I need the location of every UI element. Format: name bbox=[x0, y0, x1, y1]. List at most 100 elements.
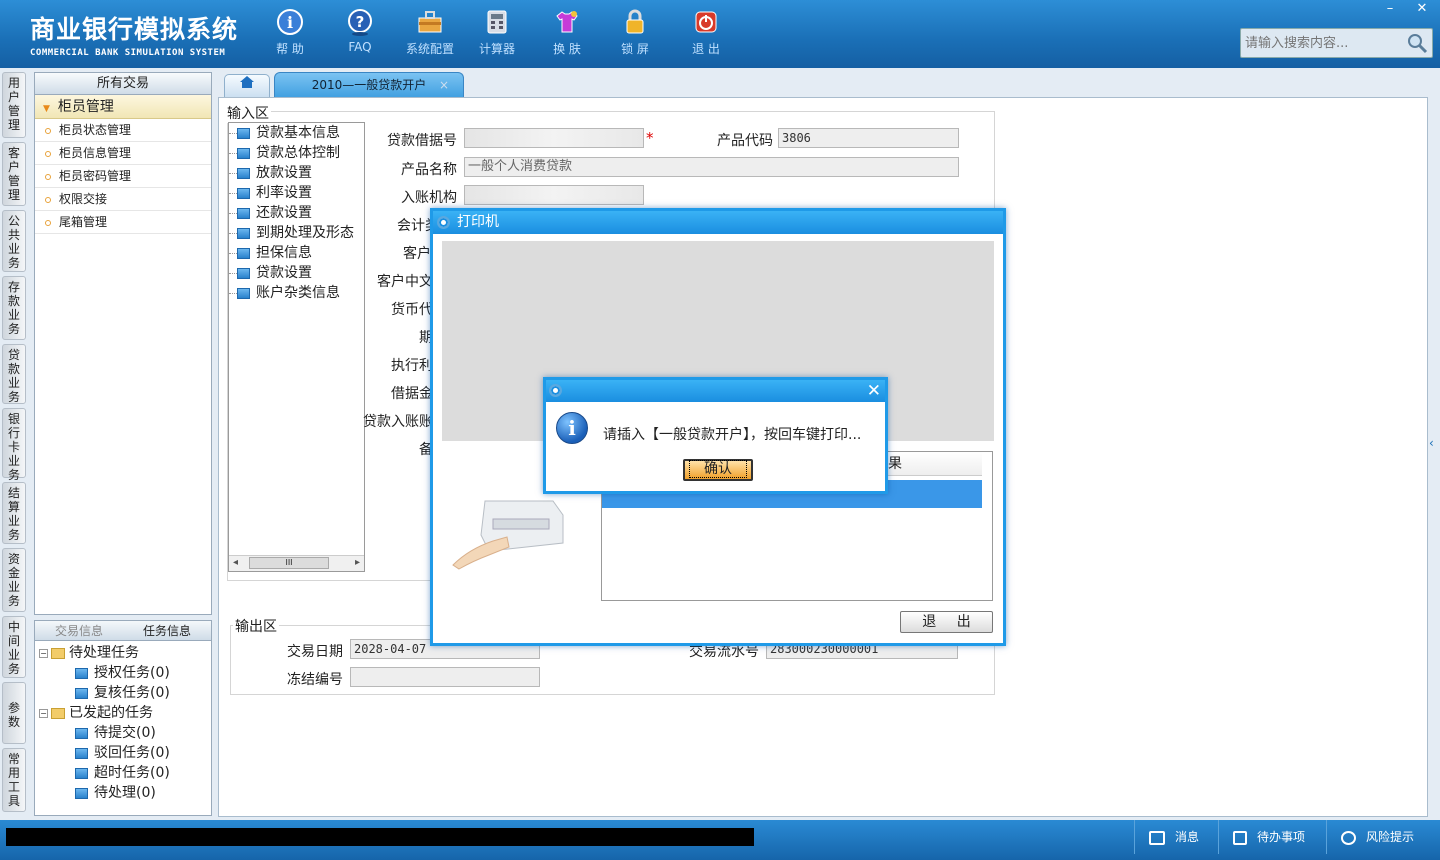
checkbox-icon bbox=[1233, 830, 1247, 845]
config-button[interactable]: 系统配置 bbox=[400, 8, 460, 57]
product-code-field[interactable]: 3806 bbox=[778, 128, 959, 148]
vnav-loan-business[interactable]: 贷款业务 bbox=[2, 344, 26, 404]
borrow-amount-label: 借据金 bbox=[391, 386, 433, 402]
minimize-button[interactable]: – bbox=[1374, 0, 1406, 18]
status-message-area bbox=[6, 828, 754, 846]
vnav-intermediary-business[interactable]: 中间业务 bbox=[2, 616, 26, 678]
app-title: 商业银行模拟系统 bbox=[30, 15, 239, 44]
printer-dialog-titlebar: 打印机 bbox=[433, 211, 1003, 234]
faq-button[interactable]: ? FAQ bbox=[330, 8, 390, 54]
teller-management-group[interactable]: ▼ 柜员管理 bbox=[35, 95, 211, 119]
tree-item-to-submit[interactable]: 待提交(0) bbox=[39, 723, 207, 743]
scroll-thumb[interactable]: III bbox=[249, 557, 329, 569]
tree-item-auth-tasks[interactable]: 授权任务(0) bbox=[39, 663, 207, 683]
tree-item-rejected[interactable]: 驳回任务(0) bbox=[39, 743, 207, 763]
customer-label: 客户 bbox=[403, 246, 431, 262]
tree-item-to-process[interactable]: 待处理(0) bbox=[39, 783, 207, 803]
close-window-button[interactable]: ✕ bbox=[1406, 0, 1438, 18]
tree-item-overall-control[interactable]: 贷款总体控制 bbox=[229, 143, 364, 163]
home-tab[interactable] bbox=[224, 74, 270, 98]
tab-loan-account-open[interactable]: 2010—一般贷款开户 × bbox=[274, 72, 464, 98]
search-input[interactable] bbox=[1241, 29, 1401, 57]
app-logo: 商业银行模拟系统 COMMERCIAL BANK SIMULATION SYST… bbox=[30, 10, 238, 58]
tree-label: 还款设置 bbox=[256, 205, 312, 221]
menu-item-label: 柜员信息管理 bbox=[59, 146, 132, 160]
tree-item-interest[interactable]: 利率设置 bbox=[229, 183, 364, 203]
menu-item-teller-info[interactable]: 柜员信息管理 bbox=[35, 142, 211, 165]
lock-button[interactable]: 锁 屏 bbox=[605, 8, 665, 57]
lock-label: 锁 屏 bbox=[621, 42, 649, 56]
tree-item-timeout[interactable]: 超时任务(0) bbox=[39, 763, 207, 783]
menu-item-label: 尾箱管理 bbox=[59, 215, 108, 229]
tab-task-info[interactable]: 任务信息 bbox=[123, 621, 211, 640]
list-header-label: 果 bbox=[888, 456, 902, 472]
tree-item-review-tasks[interactable]: 复核任务(0) bbox=[39, 683, 207, 703]
menu-item-teller-status[interactable]: 柜员状态管理 bbox=[35, 119, 211, 142]
output-area-title: 输出区 bbox=[233, 616, 279, 636]
collapse-icon[interactable]: − bbox=[39, 708, 48, 718]
search-icon[interactable] bbox=[1406, 32, 1428, 54]
menu-item-label: 柜员状态管理 bbox=[59, 123, 132, 137]
booking-org-field[interactable] bbox=[464, 185, 644, 205]
tree-label: 待处理(0) bbox=[94, 785, 156, 801]
vnav-common-tools[interactable]: 常用工具 bbox=[2, 748, 26, 812]
message-close-button[interactable]: ✕ bbox=[867, 380, 881, 402]
all-transactions-header[interactable]: 所有交易 bbox=[35, 73, 211, 95]
skin-button[interactable]: 换 肤 bbox=[537, 8, 597, 57]
transaction-panel: 所有交易 ▼ 柜员管理 柜员状态管理 柜员信息管理 柜员密码管理 权限交接 尾箱管… bbox=[34, 72, 212, 615]
todo-label: 待办事项 bbox=[1257, 830, 1306, 844]
gear-icon bbox=[437, 216, 450, 229]
risk-alert-button[interactable]: 风险提示 bbox=[1326, 820, 1434, 854]
bullet-icon bbox=[45, 174, 51, 180]
collapse-icon[interactable]: − bbox=[39, 648, 48, 658]
booking-org-label: 入账机构 bbox=[401, 190, 457, 206]
horizontal-scrollbar[interactable]: ◂ III ▸ bbox=[229, 555, 364, 571]
tree-item-maturity[interactable]: 到期处理及形态 bbox=[229, 223, 364, 243]
product-name-field[interactable]: 一般个人消费贷款 bbox=[464, 157, 959, 177]
tree-label: 已发起的任务 bbox=[69, 705, 153, 721]
scroll-right-icon[interactable]: ▸ bbox=[355, 557, 360, 568]
vnav-bank-card-business[interactable]: 银行卡业务 bbox=[2, 408, 26, 482]
menu-item-label: 权限交接 bbox=[59, 192, 108, 206]
scroll-left-icon[interactable]: ◂ bbox=[233, 557, 238, 568]
messages-button[interactable]: 消息 bbox=[1134, 820, 1212, 854]
printer-exit-button[interactable]: 退 出 bbox=[900, 611, 993, 633]
vnav-deposit-business[interactable]: 存款业务 bbox=[2, 276, 26, 340]
message-text: 请插入【一般贷款开户】，按回车键打印... bbox=[603, 427, 862, 443]
vnav-settlement-business[interactable]: 结算业务 bbox=[2, 482, 26, 544]
tree-node-initiated[interactable]: − 已发起的任务 bbox=[39, 703, 207, 723]
loan-no-field[interactable] bbox=[464, 128, 644, 148]
loan-account-label: 贷款入账账 bbox=[363, 414, 433, 430]
freeze-no-label: 冻结编号 bbox=[287, 672, 343, 688]
calculator-label: 计算器 bbox=[478, 42, 515, 56]
side-collapse-icon[interactable]: ‹ bbox=[1429, 425, 1440, 461]
menu-item-label: 柜员密码管理 bbox=[59, 169, 132, 183]
help-button[interactable]: i 帮 助 bbox=[260, 8, 320, 57]
folder-icon bbox=[51, 647, 65, 659]
todo-button[interactable]: 待办事项 bbox=[1218, 820, 1324, 854]
vnav-customer-management[interactable]: 客户管理 bbox=[2, 142, 26, 206]
shirt-icon bbox=[556, 11, 578, 33]
menu-item-teller-password[interactable]: 柜员密码管理 bbox=[35, 165, 211, 188]
vnav-fund-business[interactable]: 资金业务 bbox=[2, 548, 26, 612]
confirm-button[interactable]: 确认 bbox=[683, 459, 753, 481]
vnav-user-management[interactable]: 用户管理 bbox=[2, 72, 26, 138]
node-icon bbox=[237, 207, 250, 219]
vnav-parameters[interactable]: 参数 bbox=[2, 682, 26, 744]
menu-item-permission-handover[interactable]: 权限交接 bbox=[35, 188, 211, 211]
tab-close-icon[interactable]: × bbox=[439, 73, 449, 97]
config-label: 系统配置 bbox=[405, 42, 454, 56]
tree-item-basic[interactable]: 贷款基本信息 bbox=[229, 123, 364, 143]
exit-button[interactable]: 退 出 bbox=[676, 8, 736, 57]
tree-node-pending[interactable]: − 待处理任务 bbox=[39, 643, 207, 663]
toolbox-icon bbox=[418, 11, 442, 33]
freeze-no-field[interactable] bbox=[350, 667, 540, 687]
tree-item-repayment[interactable]: 还款设置 bbox=[229, 203, 364, 223]
tree-item-disbursement[interactable]: 放款设置 bbox=[229, 163, 364, 183]
tab-transaction-info[interactable]: 交易信息 bbox=[35, 621, 123, 640]
menu-item-tail-box[interactable]: 尾箱管理 bbox=[35, 211, 211, 234]
node-icon bbox=[75, 747, 88, 759]
vnav-public-business[interactable]: 公共业务 bbox=[2, 210, 26, 272]
gear-icon bbox=[549, 384, 562, 397]
calculator-button[interactable]: 计算器 bbox=[467, 8, 527, 57]
